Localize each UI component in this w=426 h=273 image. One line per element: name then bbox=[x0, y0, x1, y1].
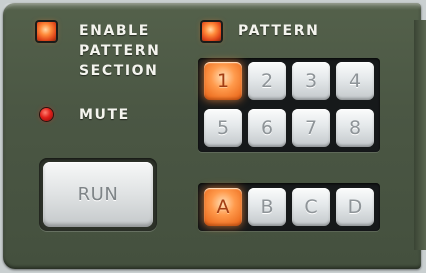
enable-label-line-3: SECTION bbox=[79, 63, 159, 79]
pattern-button-5[interactable]: 5 bbox=[204, 109, 242, 147]
pattern-enable-led[interactable] bbox=[202, 22, 221, 41]
mute-label: MUTE bbox=[79, 107, 130, 123]
pattern-button-4[interactable]: 4 bbox=[336, 62, 374, 100]
pattern-button-3[interactable]: 3 bbox=[292, 62, 330, 100]
run-button[interactable]: RUN bbox=[43, 162, 153, 227]
run-button-bezel: RUN bbox=[39, 158, 157, 231]
pattern-button-8[interactable]: 8 bbox=[336, 109, 374, 147]
panel-right-edge bbox=[414, 20, 426, 250]
pattern-button-grid: 1 2 3 4 5 6 7 8 bbox=[198, 58, 380, 152]
pattern-button-2[interactable]: 2 bbox=[248, 62, 286, 100]
bank-button-row: A B C D bbox=[198, 183, 380, 231]
pattern-button-6[interactable]: 6 bbox=[248, 109, 286, 147]
pattern-button-7[interactable]: 7 bbox=[292, 109, 330, 147]
mute-led[interactable] bbox=[40, 108, 53, 121]
bank-button-d[interactable]: D bbox=[336, 188, 374, 226]
enable-label-line-2: PATTERN bbox=[79, 43, 161, 59]
enable-label-line-1: ENABLE bbox=[79, 23, 150, 39]
bank-button-c[interactable]: C bbox=[292, 188, 330, 226]
bank-button-b[interactable]: B bbox=[248, 188, 286, 226]
bank-button-a[interactable]: A bbox=[204, 188, 242, 226]
enable-pattern-section-label: ENABLE PATTERN SECTION bbox=[79, 21, 160, 81]
enable-pattern-section-led[interactable] bbox=[37, 22, 56, 41]
pattern-enable-label: PATTERN bbox=[238, 23, 320, 39]
pattern-button-1[interactable]: 1 bbox=[204, 62, 242, 100]
